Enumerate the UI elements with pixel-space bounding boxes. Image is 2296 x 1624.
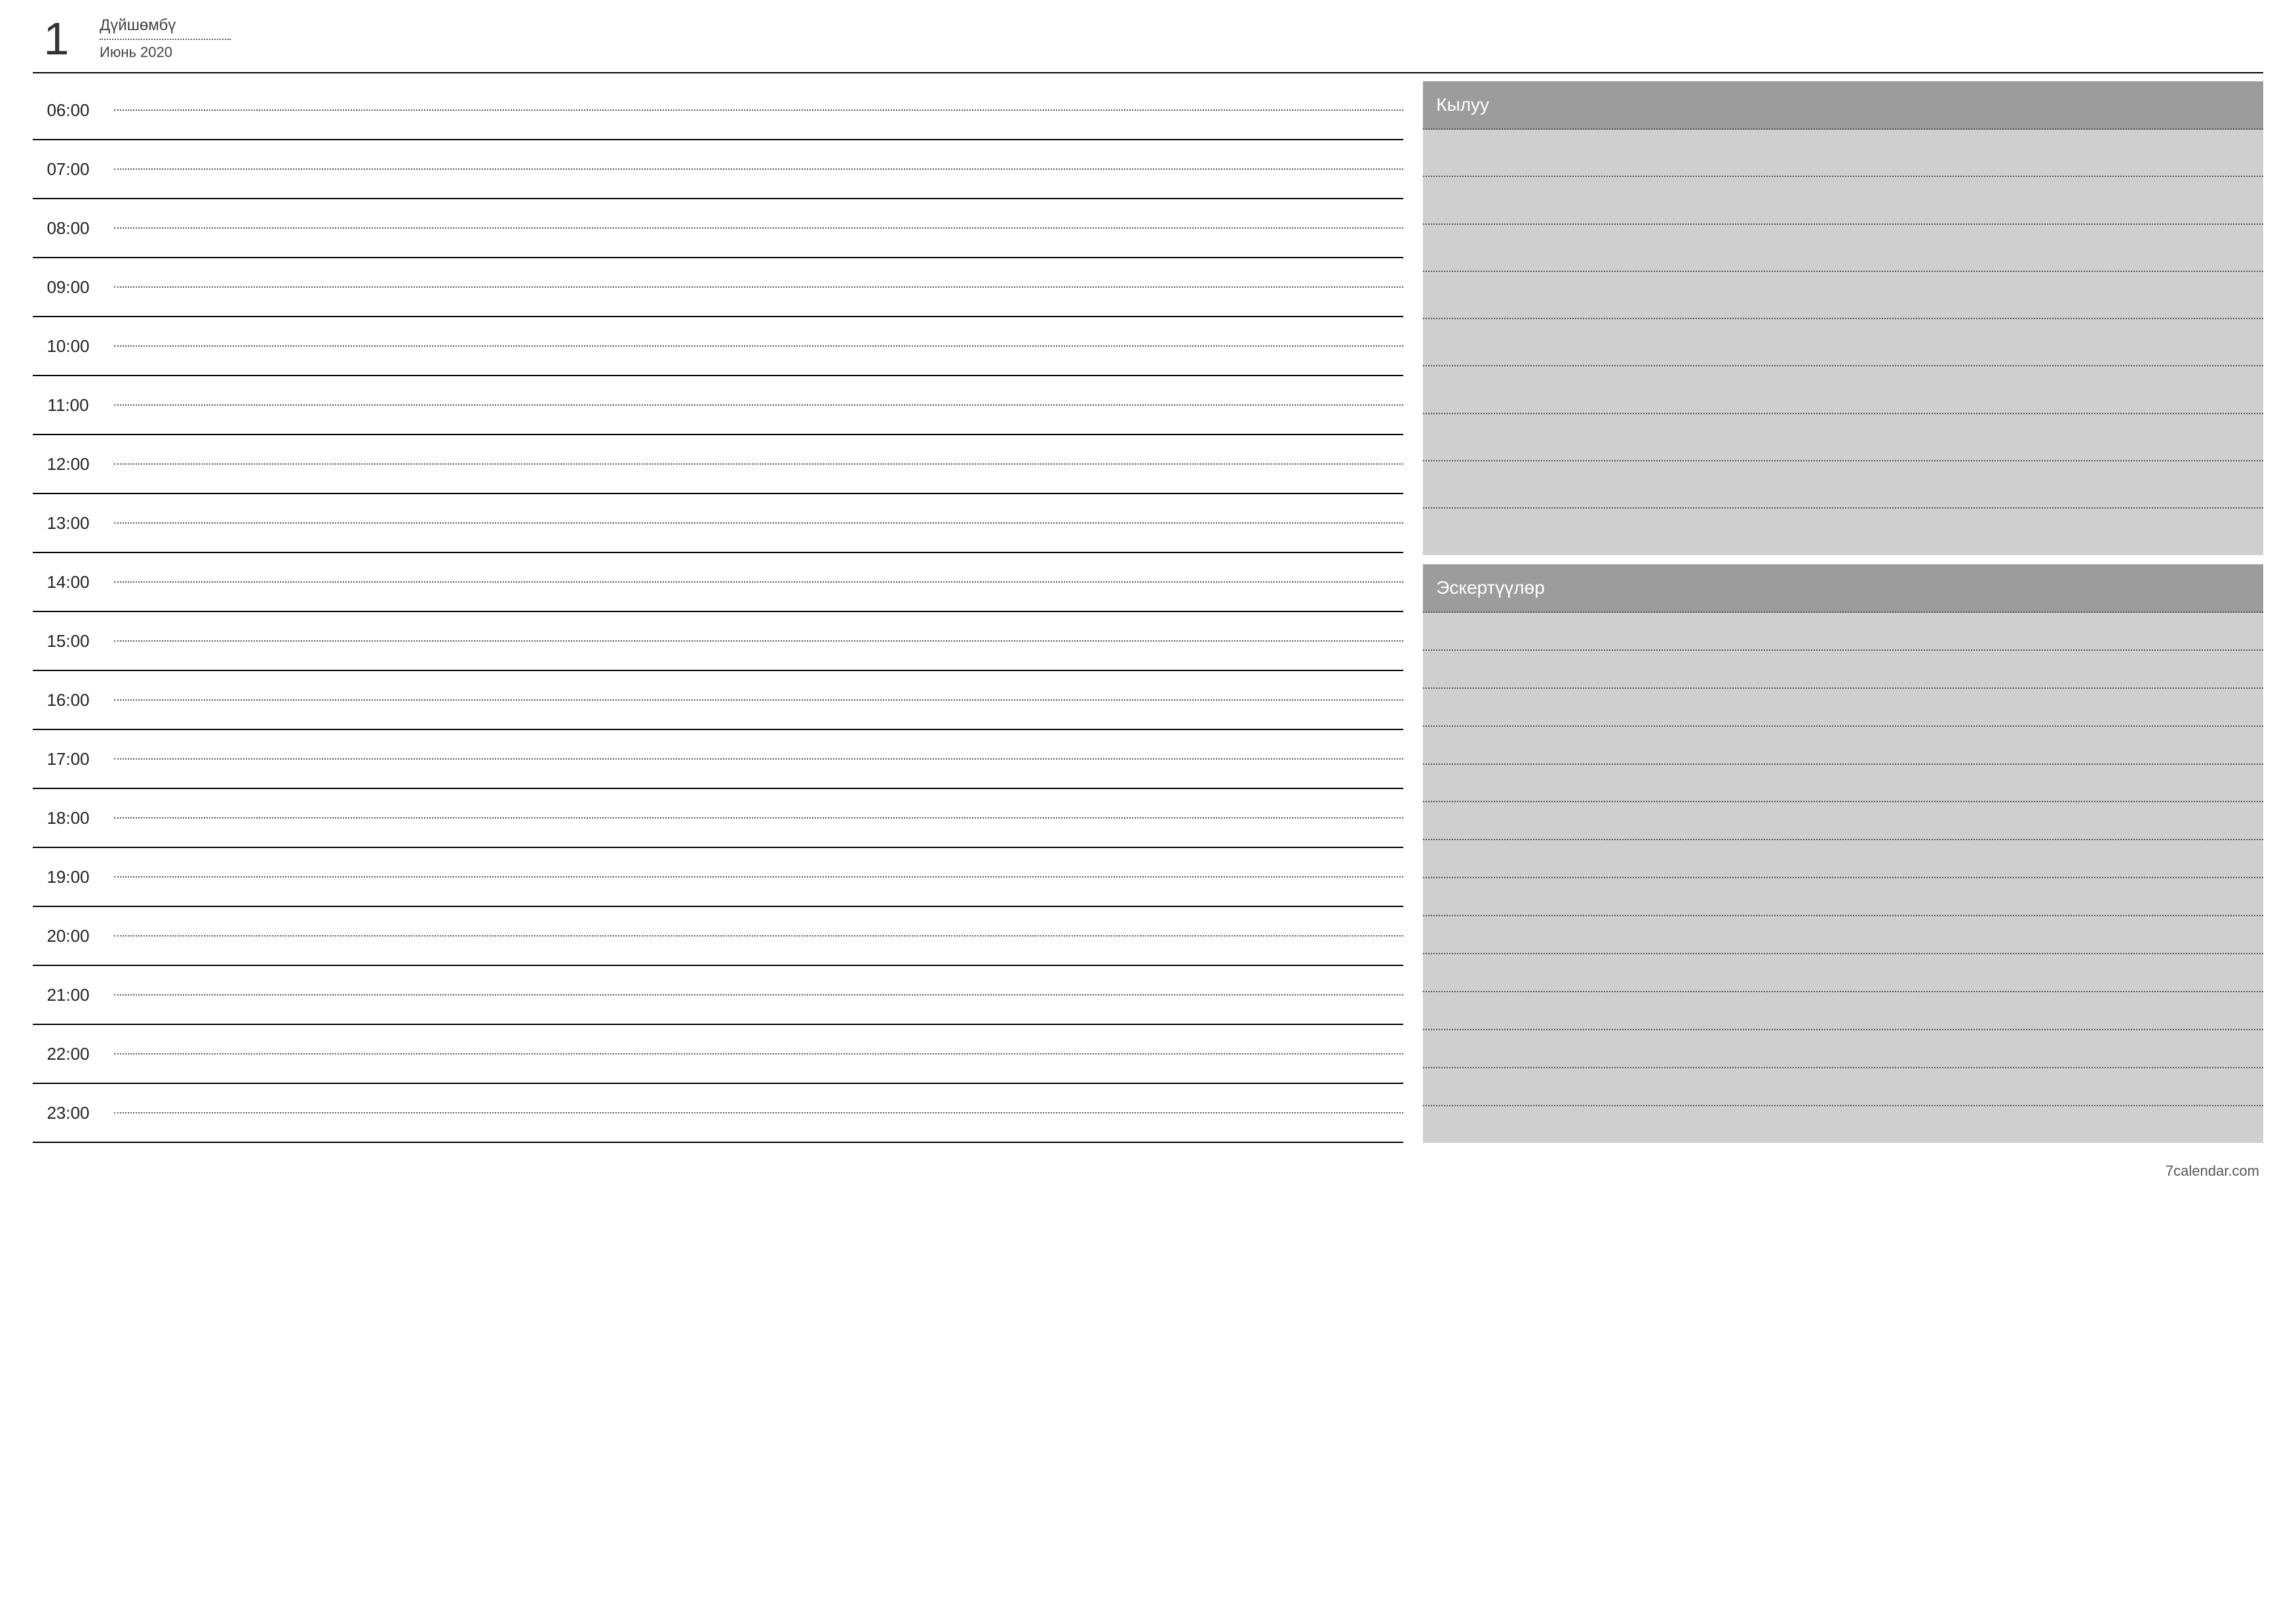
notes-line <box>1423 1068 2263 1106</box>
hour-label: 18:00 <box>35 808 101 828</box>
hour-writing-line <box>114 758 1403 760</box>
hour-writing-line <box>114 463 1403 465</box>
hourly-schedule: 06:00 07:00 08:00 09:00 10:00 11:00 12:00 13:00… <box>33 81 1403 1143</box>
planner-header: 1 Дүйшөмбү Июнь 2020 <box>33 12 2263 73</box>
todo-panel: Кылуу <box>1423 81 2263 555</box>
hour-writing-line <box>114 876 1403 878</box>
todo-line <box>1423 225 2263 272</box>
day-number: 1 <box>37 16 76 62</box>
notes-title: Эскертүүлөр <box>1423 564 2263 613</box>
hour-writing-line <box>114 1053 1403 1054</box>
todo-line <box>1423 130 2263 177</box>
notes-line <box>1423 613 2263 651</box>
hour-row: 06:00 <box>33 81 1403 140</box>
hour-label: 16:00 <box>35 690 101 710</box>
hour-label: 15:00 <box>35 631 101 651</box>
notes-line <box>1423 727 2263 765</box>
notes-line <box>1423 689 2263 727</box>
hour-label: 14:00 <box>35 572 101 592</box>
hour-label: 22:00 <box>35 1044 101 1064</box>
notes-line <box>1423 802 2263 840</box>
hour-writing-line <box>114 994 1403 996</box>
todo-line <box>1423 319 2263 366</box>
hour-row: 07:00 <box>33 140 1403 199</box>
hour-label: 13:00 <box>35 513 101 533</box>
notes-line <box>1423 992 2263 1030</box>
hour-row: 20:00 <box>33 907 1403 966</box>
hour-label: 23:00 <box>35 1103 101 1123</box>
planner-content: 06:00 07:00 08:00 09:00 10:00 11:00 12:00 13:00… <box>33 81 2263 1143</box>
hour-row: 12:00 <box>33 435 1403 494</box>
sidebar: Кылуу Эскертүүлөр <box>1423 81 2263 1143</box>
hour-writing-line <box>114 699 1403 701</box>
notes-panel: Эскертүүлөр <box>1423 564 2263 1143</box>
hour-writing-line <box>114 286 1403 288</box>
day-meta: Дүйшөмбү Июнь 2020 <box>100 16 231 61</box>
hour-row: 11:00 <box>33 376 1403 435</box>
hour-writing-line <box>114 522 1403 524</box>
hour-writing-line <box>114 581 1403 583</box>
month-year: Июнь 2020 <box>100 44 231 61</box>
hour-label: 07:00 <box>35 159 101 180</box>
hour-row: 19:00 <box>33 848 1403 907</box>
hour-row: 16:00 <box>33 671 1403 730</box>
todo-line <box>1423 177 2263 224</box>
hour-label: 10:00 <box>35 336 101 357</box>
hour-label: 19:00 <box>35 867 101 887</box>
todo-line <box>1423 366 2263 414</box>
notes-line <box>1423 765 2263 803</box>
hour-label: 06:00 <box>35 100 101 121</box>
hour-row: 14:00 <box>33 553 1403 612</box>
hour-writing-line <box>114 935 1403 937</box>
hour-row: 18:00 <box>33 789 1403 848</box>
hour-writing-line <box>114 1112 1403 1113</box>
hour-writing-line <box>114 109 1403 111</box>
hour-row: 13:00 <box>33 494 1403 553</box>
hour-label: 12:00 <box>35 454 101 474</box>
todo-line <box>1423 461 2263 509</box>
todo-line <box>1423 509 2263 554</box>
hour-row: 21:00 <box>33 966 1403 1025</box>
hour-row: 10:00 <box>33 317 1403 376</box>
todo-body <box>1423 130 2263 555</box>
todo-line <box>1423 272 2263 319</box>
hour-row: 08:00 <box>33 199 1403 258</box>
footer-site: 7calendar.com <box>33 1143 2263 1182</box>
todo-line <box>1423 414 2263 461</box>
notes-line <box>1423 651 2263 689</box>
hour-writing-line <box>114 640 1403 642</box>
hour-label: 11:00 <box>35 395 101 416</box>
hour-label: 08:00 <box>35 218 101 239</box>
notes-line <box>1423 1030 2263 1068</box>
notes-line <box>1423 954 2263 992</box>
notes-line <box>1423 1106 2263 1143</box>
notes-line <box>1423 916 2263 954</box>
hour-label: 20:00 <box>35 926 101 946</box>
notes-body <box>1423 613 2263 1143</box>
hour-label: 21:00 <box>35 985 101 1005</box>
hour-row: 22:00 <box>33 1025 1403 1084</box>
todo-title: Кылуу <box>1423 81 2263 130</box>
hour-label: 09:00 <box>35 277 101 298</box>
notes-line <box>1423 878 2263 916</box>
hour-writing-line <box>114 404 1403 406</box>
hour-label: 17:00 <box>35 749 101 769</box>
day-name: Дүйшөмбү <box>100 16 231 40</box>
hour-writing-line <box>114 168 1403 170</box>
hour-writing-line <box>114 227 1403 229</box>
notes-line <box>1423 840 2263 878</box>
hour-writing-line <box>114 345 1403 347</box>
hour-row: 17:00 <box>33 730 1403 789</box>
hour-writing-line <box>114 817 1403 819</box>
hour-row: 09:00 <box>33 258 1403 317</box>
hour-row: 23:00 <box>33 1084 1403 1143</box>
hour-row: 15:00 <box>33 612 1403 671</box>
